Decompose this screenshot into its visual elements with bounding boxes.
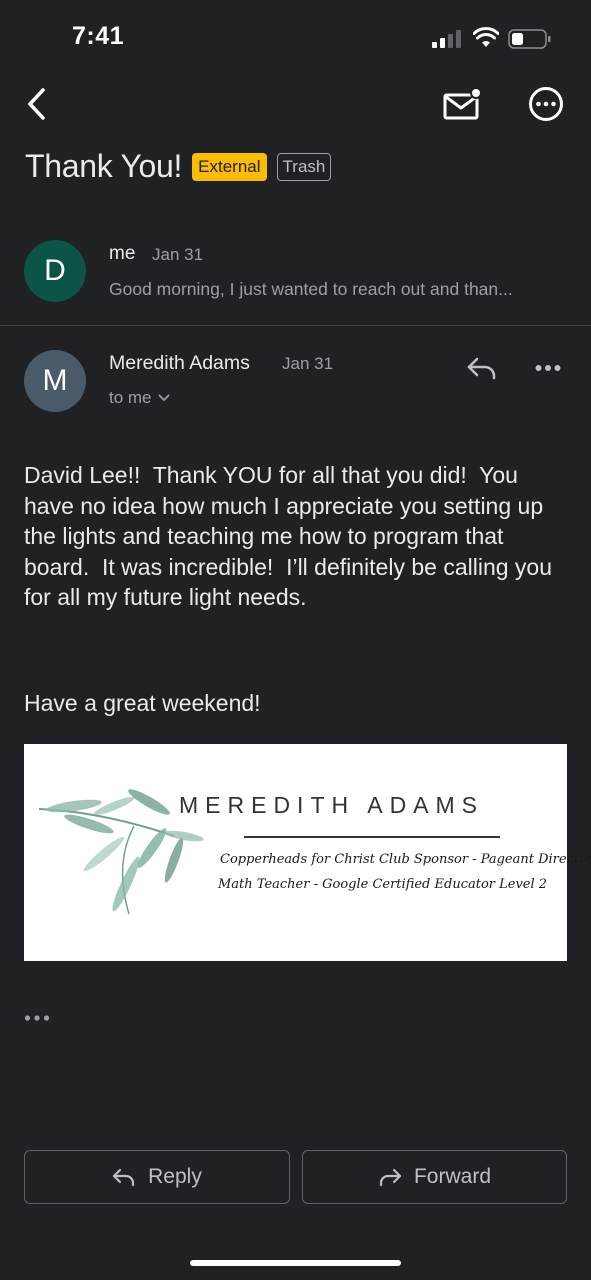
avatar[interactable]: M <box>24 350 86 412</box>
forward-icon <box>379 1168 402 1187</box>
more-horiz-icon <box>24 1015 50 1021</box>
collapsed-snippet[interactable]: Good morning, I just wanted to reach out… <box>109 279 559 300</box>
more-horiz-icon <box>535 365 561 371</box>
message-divider <box>0 325 591 326</box>
collapsed-sender[interactable]: me <box>109 243 135 265</box>
signature-line-2: Math Teacher - Google Certified Educator… <box>218 877 548 892</box>
reply-icon-button[interactable] <box>462 352 502 384</box>
wifi-icon <box>473 27 499 47</box>
reply-button-label: Reply <box>148 1165 202 1188</box>
mark-unread-icon <box>443 87 482 120</box>
back-button[interactable] <box>16 84 56 124</box>
label-trash[interactable]: Trash <box>276 152 332 181</box>
reply-icon <box>467 357 496 380</box>
message-closing: Have a great weekend! <box>24 690 261 716</box>
signature-name: MEREDITH ADAMS <box>179 792 485 818</box>
status-time: 7:41 <box>72 22 125 50</box>
subject-row: Thank You! External Trash <box>25 148 332 185</box>
reply-button[interactable]: Reply <box>24 1150 290 1204</box>
forward-button-label: Forward <box>413 1165 492 1188</box>
forward-button[interactable]: Forward <box>302 1150 567 1204</box>
show-quoted-text-button[interactable] <box>24 1010 54 1026</box>
signature-rule <box>244 836 500 838</box>
more-options-icon <box>529 87 563 121</box>
recipient-details-toggle[interactable]: to me <box>109 388 170 408</box>
chevron-down-icon <box>158 394 169 402</box>
mark-unread-button[interactable] <box>440 84 484 124</box>
label-external[interactable]: External <box>192 152 267 181</box>
recipient-label: to me <box>109 388 152 407</box>
more-options-button[interactable] <box>526 84 566 124</box>
signature-image: MEREDITH ADAMS Copperheads for Christ Cl… <box>24 744 591 961</box>
battery-icon <box>508 29 551 49</box>
message-more-button[interactable] <box>530 356 566 380</box>
reply-icon <box>113 1168 135 1187</box>
home-indicator[interactable] <box>190 1260 401 1266</box>
collapsed-date: Jan 31 <box>152 245 204 264</box>
back-arrow-icon <box>28 88 45 120</box>
message-date: Jan 31 <box>282 354 334 373</box>
email-subject: Thank You! <box>25 148 183 184</box>
message-body: David Lee!! Thank YOU for all that you d… <box>24 462 559 610</box>
cellular-signal-icon <box>432 30 461 48</box>
avatar[interactable]: D <box>24 240 86 302</box>
signature-line-1: Copperheads for Christ Club Sponsor - Pa… <box>220 852 591 867</box>
sender-name[interactable]: Meredith Adams <box>109 352 250 375</box>
